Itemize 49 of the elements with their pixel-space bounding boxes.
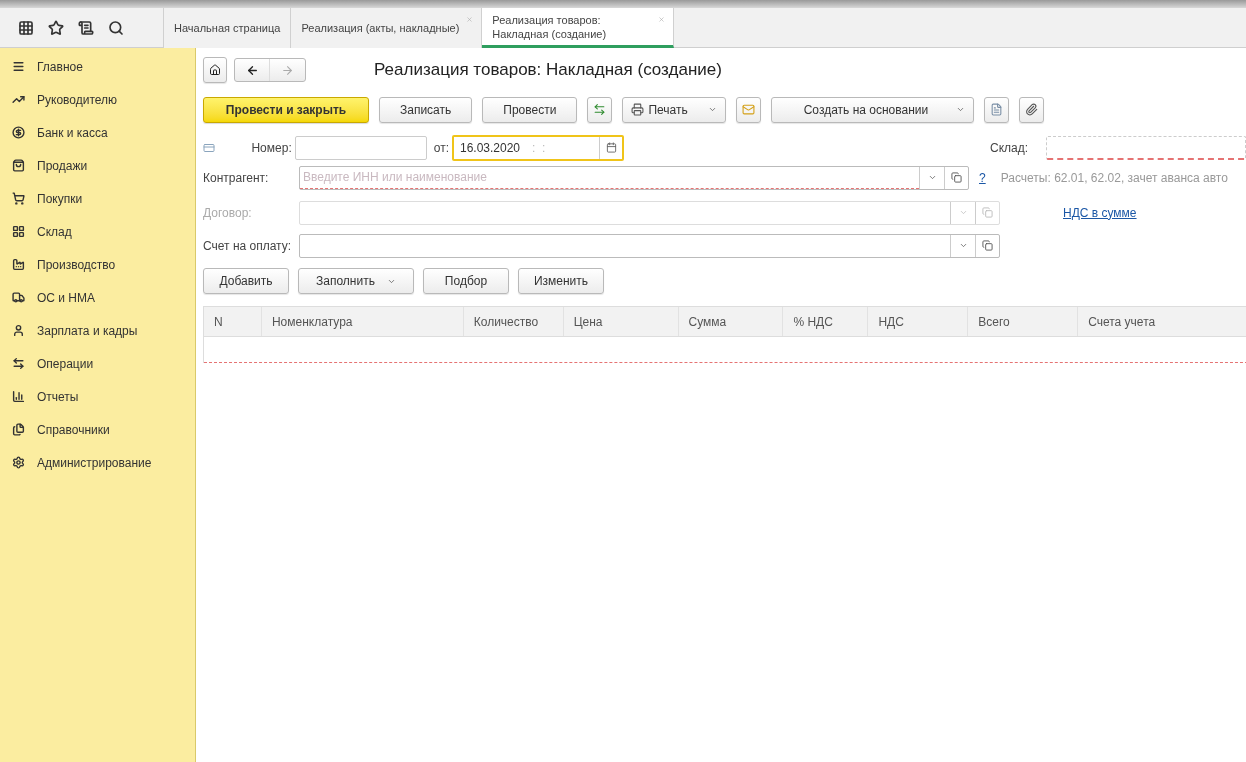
dropdown-button[interactable]: Печать (622, 96, 726, 123)
sidebar-item[interactable]: ОС и НМА (0, 281, 195, 314)
post-close-button[interactable]: Провести и закрыть (203, 96, 369, 123)
form-title: Реализация товаров: Накладная (создание) (374, 59, 722, 82)
tab[interactable]: Начальная страница (164, 8, 292, 48)
field-label: Контрагент: (203, 169, 270, 187)
settlements-note: Расчеты: 62.01, 62.02, зачет аванса авто (1000, 169, 1228, 187)
time-mask: : : (532, 139, 546, 157)
field-label: Склад: (990, 139, 1030, 157)
sidebar-item[interactable]: Зарплата и кадры (0, 314, 195, 347)
sidebar-item[interactable]: Главное (0, 50, 195, 83)
help-link[interactable]: ? (979, 168, 986, 187)
sidebar-item[interactable]: Банк и касса (0, 116, 195, 149)
sidebar-item[interactable]: Покупки (0, 182, 195, 215)
sidebar-item[interactable]: Склад (0, 215, 195, 248)
column-header[interactable]: Цена (563, 307, 679, 336)
sidebar-item[interactable]: Операции (0, 347, 195, 380)
counterparty-input[interactable]: Введите ИНН или наименование (300, 166, 919, 189)
field-label: Номер: (251, 139, 292, 157)
column-header[interactable]: Счета учета (1078, 307, 1246, 336)
tab[interactable]: Реализация (акты, накладные) (291, 8, 483, 48)
column-header[interactable]: N (204, 307, 262, 336)
field-label: Счет на оплату: (203, 237, 293, 255)
sidebar-item[interactable]: Администрирование (0, 446, 195, 479)
dropdown-button[interactable]: Создать на основании (770, 96, 975, 123)
date-value: 16.03.2020 (460, 139, 521, 157)
field-label: Договор: (203, 204, 253, 222)
vat-link[interactable]: НДС в сумме (1063, 203, 1137, 222)
dropdown-button[interactable]: Заполнить (298, 268, 414, 294)
column-header[interactable]: % НДС (783, 307, 869, 336)
counterparty-field[interactable]: Введите ИНН или наименование (299, 165, 969, 190)
column-header[interactable]: Номенклатура (261, 307, 464, 336)
table-button[interactable]: Изменить (518, 268, 604, 294)
toolbar-button[interactable]: Провести (482, 96, 578, 123)
sidebar-item[interactable]: Руководителю (0, 83, 195, 116)
column-header[interactable]: НДС (868, 307, 969, 336)
toolbar-button[interactable]: Записать (379, 96, 473, 123)
column-header[interactable]: Количество (463, 307, 564, 336)
sidebar-item[interactable]: Справочники (0, 413, 195, 446)
sidebar-item[interactable]: Производство (0, 248, 195, 281)
date-field[interactable]: 16.03.2020 : : (452, 134, 624, 161)
table-button[interactable]: Добавить (203, 268, 289, 294)
sidebar-item[interactable]: Отчеты (0, 380, 195, 413)
column-header[interactable]: Сумма (678, 307, 784, 336)
sidebar-item[interactable]: Продажи (0, 149, 195, 182)
tab[interactable]: Реализация товаров: Накладная (создание) (482, 8, 675, 48)
table-button[interactable]: Подбор (423, 268, 509, 294)
field-label: от: (433, 139, 449, 157)
column-header[interactable]: Всего (968, 307, 1079, 336)
